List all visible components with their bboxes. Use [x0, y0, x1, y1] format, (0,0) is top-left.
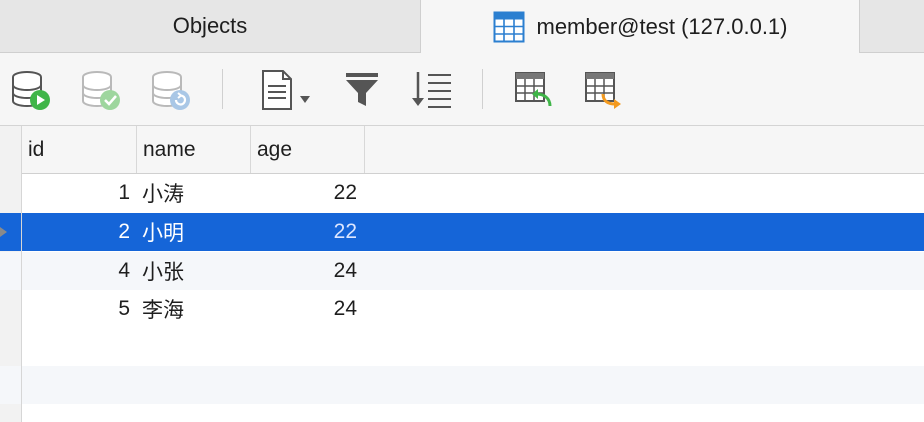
table-row[interactable]: 1 小涛 22	[0, 174, 924, 212]
refresh-button[interactable]	[148, 67, 194, 113]
cell-name[interactable]: 小张	[142, 252, 252, 290]
row-gutter-border	[0, 126, 22, 422]
cell-name[interactable]: 小明	[142, 213, 252, 251]
db-run-icon	[12, 71, 50, 110]
cell-name[interactable]: 小涛	[142, 174, 252, 212]
tab-member-table[interactable]: member@test (127.0.0.1)	[421, 0, 860, 53]
empty-row	[0, 328, 924, 366]
export-button[interactable]	[580, 67, 626, 113]
chevron-down-icon	[300, 96, 310, 103]
sort-icon	[412, 72, 451, 108]
column-header-label: age	[257, 137, 293, 161]
db-refresh-icon	[152, 71, 190, 110]
data-grid: id name age 1 小涛 22 2 小明 22 4 小张 24 5 李海…	[0, 126, 924, 422]
tab-member-label: member@test (127.0.0.1)	[536, 13, 788, 39]
column-header-label: id	[28, 137, 45, 161]
cell-age[interactable]: 22	[250, 213, 357, 251]
empty-row	[0, 404, 924, 422]
column-header-name[interactable]: name	[137, 126, 251, 173]
cell-id[interactable]: 1	[22, 174, 130, 212]
import-table-icon	[515, 72, 552, 107]
text-view-button[interactable]	[256, 67, 316, 113]
cell-id[interactable]: 4	[22, 252, 130, 290]
cell-age[interactable]: 24	[250, 290, 357, 328]
empty-row	[0, 366, 924, 404]
run-button[interactable]	[8, 67, 54, 113]
db-commit-icon	[82, 71, 120, 110]
import-button[interactable]	[510, 67, 556, 113]
cell-id[interactable]: 5	[22, 290, 130, 328]
export-table-icon	[585, 72, 621, 109]
filter-button[interactable]	[340, 67, 386, 113]
toolbar-separator	[222, 69, 223, 109]
column-header-age[interactable]: age	[251, 126, 365, 173]
cell-age[interactable]: 24	[250, 252, 357, 290]
table-row[interactable]: 4 小张 24	[0, 252, 924, 290]
column-header-label: name	[143, 137, 196, 161]
sort-button[interactable]	[408, 67, 454, 113]
table-icon	[493, 11, 525, 43]
grid-header: id name age	[22, 126, 924, 174]
cell-name[interactable]: 李海	[142, 290, 252, 328]
table-row-selected[interactable]: 2 小明 22	[0, 213, 924, 251]
commit-button[interactable]	[78, 67, 124, 113]
toolbar-separator	[482, 69, 483, 109]
tab-objects[interactable]: Objects	[0, 0, 421, 52]
tab-objects-label: Objects	[172, 13, 248, 38]
column-header-id[interactable]: id	[22, 126, 137, 173]
toolbar	[0, 53, 924, 126]
cell-id[interactable]: 2	[22, 213, 130, 251]
tab-bar: Objects member@test (127.0.0.1)	[0, 0, 924, 53]
table-row[interactable]: 5 李海 24	[0, 290, 924, 328]
filter-icon	[346, 73, 378, 106]
document-icon	[262, 70, 310, 110]
cell-age[interactable]: 22	[250, 174, 357, 212]
